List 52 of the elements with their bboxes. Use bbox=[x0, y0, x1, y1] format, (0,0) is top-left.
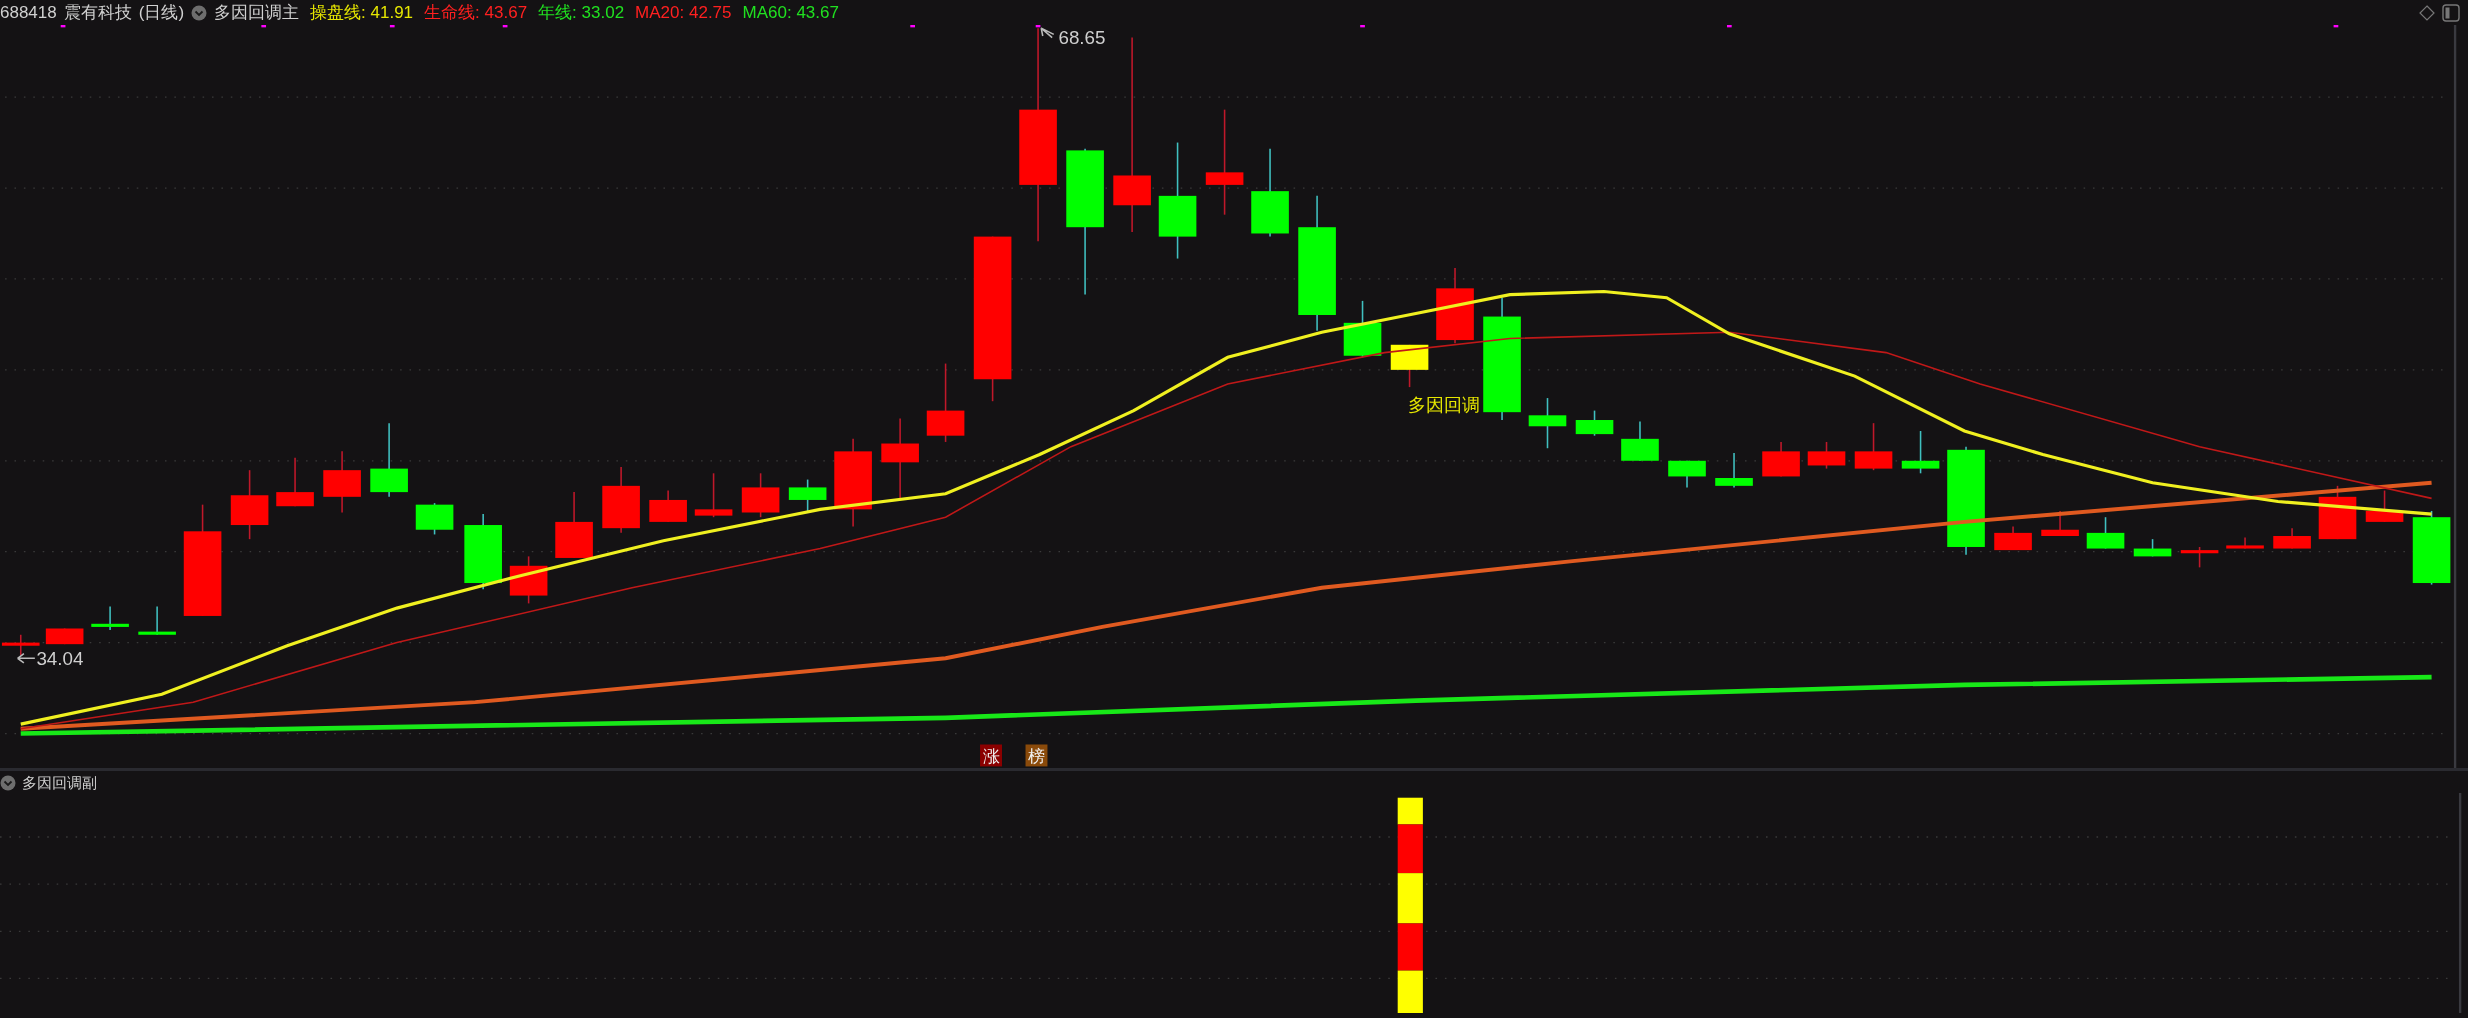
candlestick bbox=[1668, 460, 1706, 489]
candlestick bbox=[415, 502, 454, 536]
candlestick bbox=[1715, 452, 1753, 489]
candlestick bbox=[741, 472, 780, 518]
candlestick bbox=[2226, 536, 2264, 550]
candlestick bbox=[1901, 430, 1940, 475]
indicator-value: 年线: 33.02 bbox=[538, 1, 625, 24]
panel-toggle-icon[interactable] bbox=[2442, 3, 2460, 22]
candlestick bbox=[2365, 489, 2404, 523]
candlestick bbox=[2318, 485, 2357, 540]
candlestick bbox=[509, 555, 548, 605]
candlestick bbox=[230, 469, 269, 540]
candlestick bbox=[1390, 344, 1429, 388]
candlestick bbox=[1762, 441, 1800, 478]
candlestick bbox=[45, 627, 84, 645]
candlestick bbox=[2273, 527, 2311, 550]
indicator-value: MA60: 43.67 bbox=[742, 1, 839, 24]
candlestick bbox=[1807, 441, 1846, 470]
candlestick bbox=[1854, 422, 1893, 471]
candlestick bbox=[2180, 546, 2219, 569]
stock-name: 震有科技 bbox=[63, 1, 132, 24]
candlestick bbox=[2086, 516, 2125, 550]
period-label: (日线) bbox=[138, 1, 185, 24]
indicator-name: 多因回调主 bbox=[214, 1, 300, 24]
badge: 涨 bbox=[980, 744, 1002, 767]
stock-code: 688418 bbox=[0, 1, 57, 24]
badge: 榜 bbox=[1025, 744, 1048, 767]
collapse-icon[interactable] bbox=[0, 775, 16, 791]
candlestick bbox=[1528, 397, 1567, 449]
candlestick bbox=[649, 489, 687, 523]
signal-label: 多因回调 bbox=[1408, 394, 1480, 415]
candlestick bbox=[1994, 525, 2032, 551]
indicator-value: MA20: 42.75 bbox=[635, 1, 732, 24]
candlestick bbox=[1343, 300, 1382, 359]
indicator-value: 操盘线: 41.91 bbox=[310, 1, 414, 24]
low-price-label: 34.04 bbox=[36, 647, 84, 669]
diamond-icon[interactable] bbox=[2419, 4, 2435, 21]
candlestick bbox=[323, 450, 361, 514]
candlestick bbox=[694, 472, 733, 518]
candlestick bbox=[138, 605, 176, 636]
candlestick bbox=[276, 456, 314, 507]
candlestick bbox=[2133, 538, 2172, 558]
high-price-label: 68.65 bbox=[1058, 26, 1106, 48]
candlestick bbox=[1575, 409, 1614, 437]
candlestick bbox=[1621, 420, 1659, 462]
sub-indicator-name: 多因回调副 bbox=[22, 772, 97, 793]
indicator-value: 生命线: 43.67 bbox=[424, 1, 528, 24]
candlestick bbox=[2041, 510, 2079, 537]
collapse-icon[interactable] bbox=[191, 4, 208, 21]
candlestick bbox=[555, 491, 593, 559]
candlestick bbox=[602, 466, 640, 534]
candlestick bbox=[91, 605, 129, 631]
